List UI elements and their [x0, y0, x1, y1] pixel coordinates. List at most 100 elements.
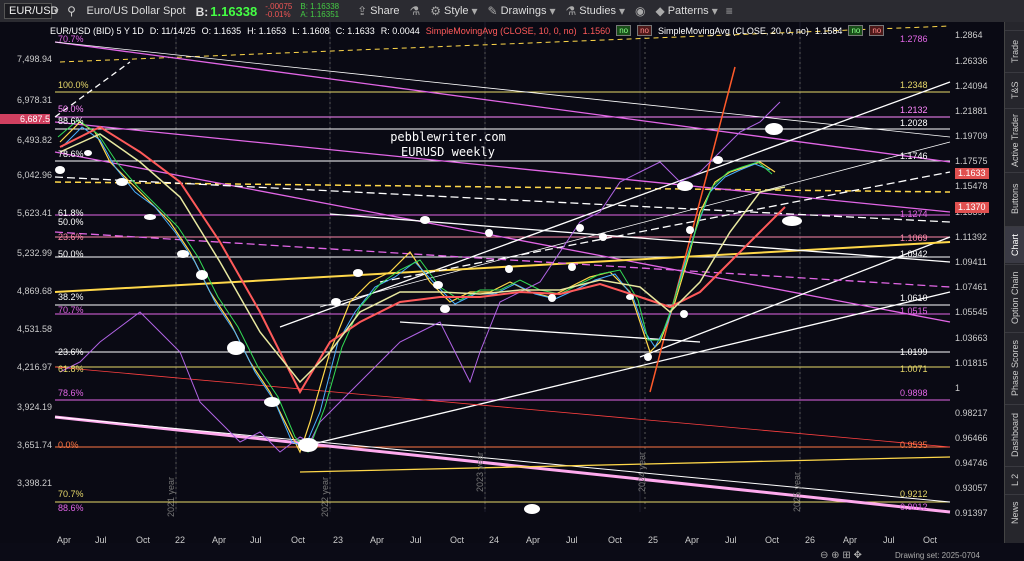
right-axis-label: 1.2864	[955, 30, 983, 40]
symbol-description: Euro/US Dollar Spot	[86, 5, 186, 17]
fib-label: 88.6%	[58, 503, 84, 513]
tab-dashboard[interactable]: Dashboard	[1005, 404, 1024, 465]
x-axis-label: Apr	[212, 535, 227, 545]
top-toolbar: EUR/USD ▾ ⚲ Euro/US Dollar Spot B: 1.1633…	[0, 0, 1024, 23]
sma20-toggle-b[interactable]: no	[869, 25, 885, 36]
right-axis-label: 1.26336	[955, 56, 988, 66]
right-axis-label: 1	[955, 383, 961, 393]
app-window: EUR/USD ▾ ⚲ Euro/US Dollar Spot B: 1.1633…	[0, 0, 1024, 561]
right-axis-label: 0.94746	[955, 458, 988, 468]
sma20-toggle-a[interactable]: no	[848, 25, 864, 36]
right-axis-label: 1.03663	[955, 333, 988, 343]
year-marker: 2021 year	[166, 477, 176, 518]
right-axis-label: 1.09411	[955, 257, 987, 267]
tab-news[interactable]: News	[1005, 494, 1024, 531]
info-date: D: 11/14/25	[149, 25, 196, 36]
info-range: R: 0.0044	[380, 25, 420, 36]
flask-button[interactable]: ⚗	[410, 4, 421, 18]
info-low: L: 1.1608	[292, 25, 330, 36]
left-axis-label: 7,498.94	[16, 54, 52, 64]
studies-button[interactable]: ⚗ Studies ▾	[566, 4, 626, 18]
x-axis-label: 22	[175, 535, 186, 545]
pan-icon[interactable]: ✥	[854, 550, 862, 561]
level-label: 0.9898	[900, 388, 928, 398]
level-label: 1.2028	[900, 118, 928, 128]
zoom-controls[interactable]: ⊖ ⊕ ⊞ ✥	[820, 550, 862, 561]
info-close: C: 1.1633	[335, 25, 375, 36]
chevron-down-icon: ▾	[711, 4, 718, 18]
tab-time-sales[interactable]: T&S	[1005, 72, 1024, 107]
sma10-toggle-b[interactable]: no	[637, 25, 652, 36]
share-icon: ⇪	[357, 4, 368, 18]
link-icon[interactable]: ⚲	[65, 4, 79, 18]
sma10-value: 1.1560	[582, 25, 611, 36]
level-label: 1.0515	[900, 306, 928, 316]
sma20-label[interactable]: SimpleMovingAvg (CLOSE, 20, 0, no)	[658, 26, 809, 36]
level-label: 0.9012	[900, 502, 928, 512]
gear-icon: ⚙	[430, 4, 442, 18]
fib-label: 100.0%	[58, 80, 89, 90]
right-axis-label: 1.19709	[955, 131, 988, 141]
fib-label: 0.0%	[58, 440, 79, 450]
sma10-label[interactable]: SimpleMovingAvg (CLOSE, 10, 0, no)	[426, 26, 577, 36]
flask-icon: ⚗	[565, 4, 577, 18]
chart-panel[interactable]: 7,498.94 6,978.31 6,687.5 6,493.82 6,042…	[0, 22, 1004, 561]
bid-ask-display: B: 1.16338 A: 1.16351	[300, 3, 339, 19]
tab-chart[interactable]: Chart	[1005, 226, 1024, 263]
left-axis-label: 3,651.74	[16, 440, 52, 450]
chevron-down-icon: ▾	[618, 4, 625, 18]
chart-info-strip: EUR/USD (BID) 5 Y 1D D: 11/14/25 O: 1.16…	[50, 24, 950, 37]
level-label: 1.0199	[900, 347, 928, 357]
chevron-down-icon[interactable]: ▾	[54, 6, 59, 17]
right-axis-label: 0.96466	[955, 433, 988, 443]
info-pair: EUR/USD (BID) 5 Y 1D	[50, 25, 144, 36]
x-axis-label: 24	[489, 535, 500, 545]
fib-label: 50.0%	[58, 249, 84, 259]
symbol-text: EUR/USD	[9, 5, 59, 17]
right-axis-label: 0.91397	[955, 508, 988, 518]
symbol-input[interactable]: EUR/USD	[4, 3, 59, 19]
chart-annotation-line2: EURUSD weekly	[401, 145, 495, 159]
info-open: O: 1.1635	[201, 25, 242, 36]
right-axis-label: 0.93057	[955, 483, 988, 493]
level-label: 0.9212	[900, 489, 928, 499]
fib-label: 61.8%	[58, 364, 84, 374]
current-price-tag: 1.1633	[955, 168, 989, 179]
tab-option-chain[interactable]: Option Chain	[1005, 264, 1024, 331]
zoom-out-icon[interactable]: ⊖	[820, 550, 828, 561]
drawings-button[interactable]: ✎ Drawings ▾	[488, 4, 556, 18]
tab-level2[interactable]: L 2	[1005, 466, 1024, 493]
right-axis-label: 1.01815	[955, 358, 988, 368]
tab-phase-scores[interactable]: Phase Scores	[1005, 332, 1024, 403]
x-axis-label: Apr	[526, 535, 541, 545]
right-axis-label: 1.15478	[955, 181, 988, 191]
left-axis-label: 5,623.41	[16, 208, 52, 218]
menu-icon: ≡	[725, 4, 733, 18]
sma10-toggle-a[interactable]: no	[616, 25, 632, 36]
fib-label: 70.7%	[58, 305, 84, 315]
menu-button[interactable]: ≡	[726, 4, 733, 18]
tab-trade[interactable]: Trade	[1005, 30, 1024, 71]
year-marker: 2023 year	[475, 452, 485, 493]
ask-small: A: 1.16351	[300, 10, 340, 19]
change-display: -.00075 -0.01%	[265, 3, 292, 19]
tab-buttons[interactable]: Buttons	[1005, 172, 1024, 225]
share-button[interactable]: ⇪ Share	[357, 4, 399, 18]
fib-label: 78.6%	[58, 149, 84, 159]
x-axis-label: Apr	[843, 535, 858, 545]
patterns-icon: ◆	[655, 4, 665, 18]
chart-canvas[interactable]	[0, 22, 1004, 543]
style-button[interactable]: ⚙ Style ▾	[430, 4, 477, 18]
camera-button[interactable]: ◉	[635, 4, 645, 18]
left-axis-label: 6,042.96	[16, 170, 52, 180]
patterns-button[interactable]: ◆ Patterns ▾	[655, 4, 717, 18]
level-label: 1.0610	[900, 293, 928, 303]
level-label: 1.2132	[900, 105, 928, 115]
fit-icon[interactable]: ⊞	[842, 550, 850, 561]
x-axis-label: Apr	[370, 535, 385, 545]
bid-value: 1.16338	[210, 3, 258, 19]
change-pct: -0.01%	[265, 10, 291, 19]
tab-active-trader[interactable]: Active Trader	[1005, 108, 1024, 171]
fib-label: 78.6%	[58, 388, 84, 398]
zoom-in-icon[interactable]: ⊕	[831, 550, 839, 561]
